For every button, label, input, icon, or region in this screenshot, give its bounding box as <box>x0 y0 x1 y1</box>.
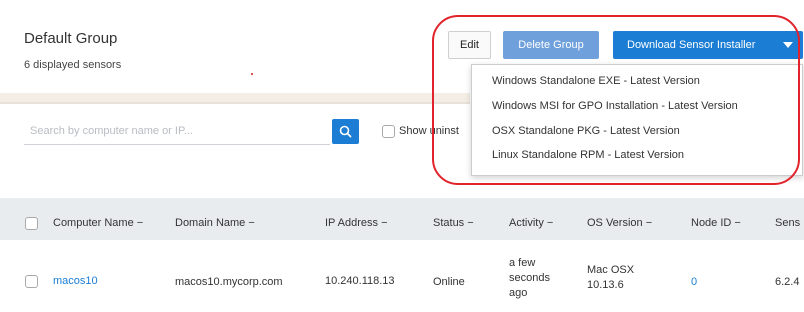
dot-mark <box>251 73 253 75</box>
section-divider <box>0 93 470 102</box>
node-id-link[interactable]: 0 <box>691 276 697 288</box>
computer-name-link[interactable]: macos10 <box>53 275 98 287</box>
column-header-os-version[interactable]: OS Version − <box>587 217 652 229</box>
os-version-cell: Mac OSX 10.13.6 <box>587 264 635 291</box>
select-all-checkbox[interactable] <box>25 217 38 230</box>
column-header-node-id[interactable]: Node ID − <box>691 217 741 229</box>
show-uninstalled-checkbox[interactable] <box>382 125 395 138</box>
search-icon <box>339 125 352 138</box>
domain-name-cell: macos10.mycorp.com <box>175 276 283 288</box>
sensor-version-cell: 6.2.4 <box>775 276 800 288</box>
sort-icon: − <box>734 217 741 229</box>
sort-icon: − <box>546 217 554 229</box>
highlight-annotation <box>432 15 800 185</box>
sort-icon: − <box>381 217 388 229</box>
page-title: Default Group <box>24 30 118 47</box>
status-cell: Online <box>433 276 465 288</box>
column-header-domain-name[interactable]: Domain Name − <box>175 217 255 229</box>
column-header-ip-address[interactable]: IP Address − <box>325 217 388 229</box>
sort-icon: − <box>467 217 474 229</box>
sensor-count: 6 displayed sensors <box>24 59 122 71</box>
sort-icon: − <box>645 217 653 229</box>
column-header-sensor[interactable]: Sens <box>775 217 800 229</box>
search-button[interactable] <box>332 119 359 144</box>
column-header-status[interactable]: Status − <box>433 217 474 229</box>
search-input[interactable] <box>24 117 330 145</box>
sort-icon: − <box>136 217 144 229</box>
sort-icon: − <box>248 217 255 229</box>
column-header-activity[interactable]: Activity − <box>509 217 553 229</box>
section-divider-shadow <box>0 102 470 104</box>
ip-address-cell: 10.240.118.13 <box>325 275 395 287</box>
row-checkbox[interactable] <box>25 275 38 288</box>
column-header-computer-name[interactable]: Computer Name − <box>53 217 143 229</box>
activity-cell: a few seconds ago <box>509 257 550 299</box>
